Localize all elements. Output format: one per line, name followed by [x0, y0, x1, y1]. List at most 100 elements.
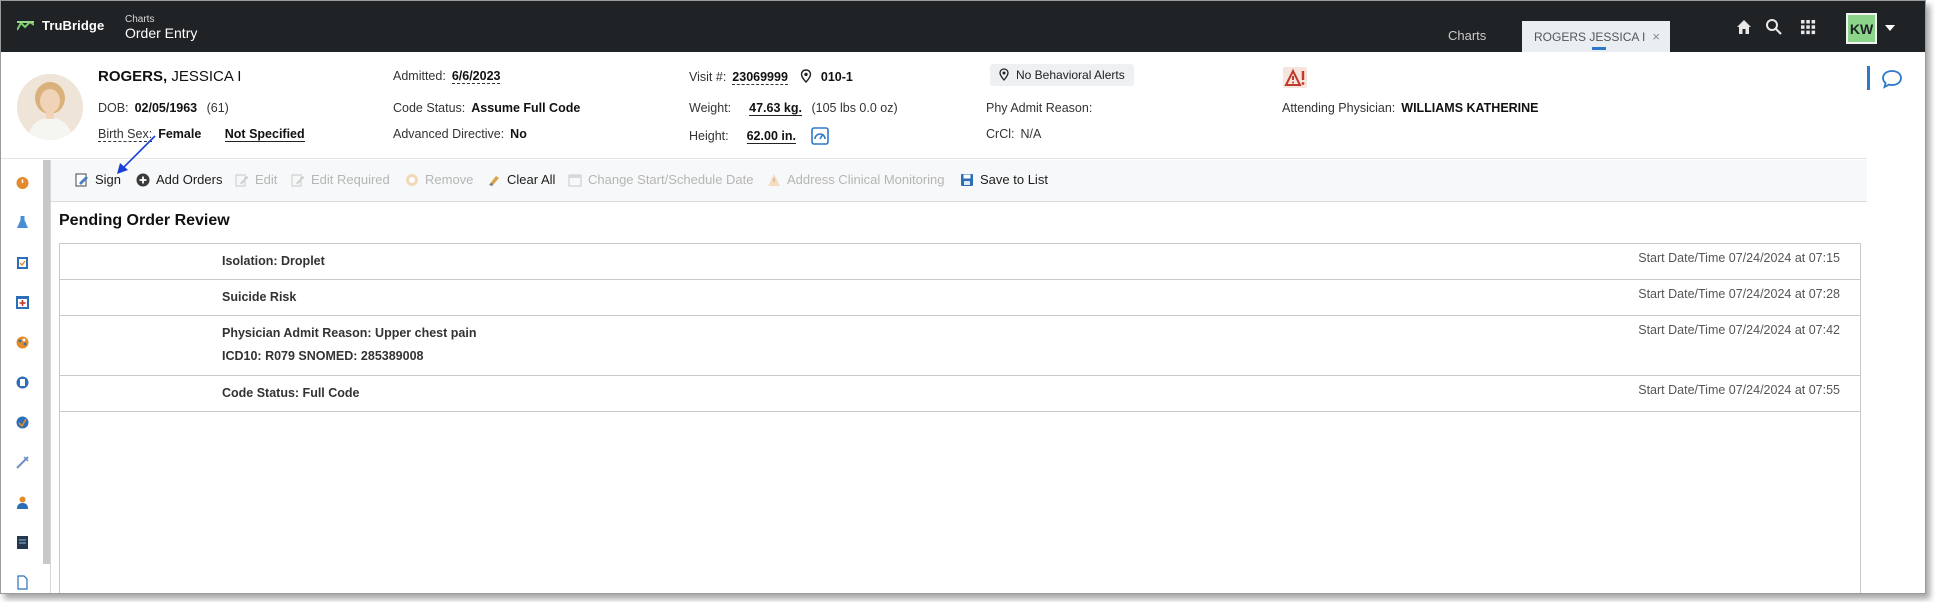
- right-panel: [1867, 52, 1925, 593]
- allergy-warning-icon[interactable]: [1283, 67, 1307, 88]
- location-value: 010-1: [820, 70, 853, 84]
- crcl-label: CrCl:: [986, 127, 1015, 141]
- search-icon[interactable]: [1765, 18, 1783, 36]
- provider-icon[interactable]: [15, 495, 30, 510]
- weight-value[interactable]: 47.63 kg.: [749, 101, 802, 116]
- patient-name: ROGERS, JESSICA I: [98, 68, 241, 85]
- code-status-value: Assume Full Code: [471, 101, 581, 115]
- patient-last-name: ROGERS,: [98, 68, 168, 85]
- edit-button[interactable]: Edit: [235, 172, 277, 187]
- order-start-date: Start Date/Time 07/24/2024 at 07:55: [1638, 383, 1840, 397]
- flask-icon[interactable]: [15, 215, 30, 230]
- change-start-date-label: Change Start/Schedule Date: [588, 172, 754, 187]
- admitted-label: Admitted:: [393, 69, 446, 83]
- order-start-date: Start Date/Time 07/24/2024 at 07:15: [1638, 251, 1840, 265]
- pending-orders-list: Isolation: Droplet Start Date/Time 07/24…: [59, 243, 1861, 593]
- patient-photo: [17, 74, 83, 140]
- clipboard-icon[interactable]: [15, 255, 30, 270]
- code-status-row: Code Status: Assume Full Code: [393, 101, 580, 115]
- save-to-list-label: Save to List: [980, 172, 1048, 187]
- sign-icon: [75, 172, 89, 187]
- attending-row: Attending Physician: WILLIAMS KATHERINE: [1282, 101, 1539, 115]
- palette-icon[interactable]: [15, 335, 30, 350]
- attending-label: Attending Physician:: [1282, 101, 1396, 115]
- address-monitoring-button[interactable]: Address Clinical Monitoring: [767, 172, 945, 187]
- apps-grid-icon[interactable]: [1799, 18, 1817, 36]
- edit-required-icon: [291, 173, 305, 187]
- dob-row: DOB: 02/05/1963 (61): [98, 101, 229, 115]
- crcl-value: N/A: [1020, 127, 1042, 141]
- order-row[interactable]: Physician Admit Reason: Upper chest pain…: [60, 316, 1860, 376]
- admitted-value[interactable]: 6/6/2023: [451, 69, 501, 84]
- address-monitoring-label: Address Clinical Monitoring: [787, 172, 945, 187]
- syringe-icon[interactable]: [15, 455, 30, 470]
- remove-button[interactable]: Remove: [405, 172, 473, 187]
- lab-order-icon[interactable]: [15, 375, 30, 390]
- weight-row: Weight: 47.63 kg. (105 lbs 0.0 oz): [689, 101, 898, 116]
- eraser-icon: [487, 173, 501, 187]
- order-title: Isolation: Droplet: [222, 254, 325, 268]
- order-row[interactable]: Isolation: Droplet Start Date/Time 07/24…: [60, 244, 1860, 280]
- order-start-date: Start Date/Time 07/24/2024 at 07:28: [1638, 287, 1840, 301]
- attending-value[interactable]: WILLIAMS KATHERINE: [1401, 101, 1538, 115]
- weight-label: Weight:: [689, 101, 732, 115]
- dob-label: DOB:: [98, 101, 129, 115]
- crcl-row: CrCl: N/A: [986, 127, 1041, 141]
- left-nav-scrollbar[interactable]: [43, 160, 50, 564]
- add-orders-label: Add Orders: [156, 172, 223, 187]
- dob-value: 02/05/1963: [134, 101, 198, 115]
- birth-sex-value: Female: [158, 127, 202, 141]
- order-row[interactable]: Suicide Risk Start Date/Time 07/24/2024 …: [60, 280, 1860, 316]
- home-icon[interactable]: [1735, 18, 1753, 36]
- phy-admit-row: Phy Admit Reason:: [986, 101, 1092, 115]
- tab-active-indicator: [1592, 47, 1606, 50]
- annotation-arrow-icon: [117, 135, 156, 174]
- adv-directive-value: No: [510, 127, 527, 141]
- trubridge-logo-icon: [17, 20, 34, 31]
- file-icon[interactable]: [15, 575, 30, 590]
- clear-all-button[interactable]: Clear All: [487, 172, 555, 187]
- height-row: Height: 62.00 in.: [689, 127, 830, 145]
- tab-patient-label: ROGERS JESSICA I: [1534, 30, 1646, 44]
- save-to-list-button[interactable]: Save to List: [960, 172, 1048, 187]
- edit-required-button[interactable]: Edit Required: [291, 172, 390, 187]
- medical-chart-icon[interactable]: [15, 295, 30, 310]
- tab-charts[interactable]: Charts: [1448, 28, 1486, 43]
- right-panel-indicator: [1867, 66, 1870, 90]
- orders-icon[interactable]: [15, 415, 30, 430]
- app-window: TruBridge Charts Order Entry Charts ROGE…: [0, 0, 1926, 594]
- order-title: Physician Admit Reason: Upper chest pain: [222, 326, 477, 340]
- behavioral-alerts-badge[interactable]: No Behavioral Alerts: [990, 64, 1134, 86]
- tab-patient[interactable]: ROGERS JESSICA I ×: [1522, 21, 1670, 52]
- breadcrumb[interactable]: Charts: [125, 14, 154, 25]
- gender-value[interactable]: Not Specified: [224, 127, 305, 142]
- page-title: Order Entry: [125, 25, 198, 41]
- weight-alt-value: (105 lbs 0.0 oz): [811, 101, 898, 115]
- section-title: Pending Order Review: [59, 212, 230, 229]
- measurement-icon[interactable]: [811, 127, 830, 145]
- visit-value[interactable]: 23069999: [732, 70, 788, 85]
- logo-text: TruBridge: [42, 18, 105, 33]
- left-nav: [1, 160, 50, 593]
- height-label: Height:: [689, 129, 729, 143]
- code-status-label: Code Status:: [393, 101, 466, 115]
- user-avatar[interactable]: KW: [1846, 13, 1877, 44]
- calendar-icon: [568, 173, 582, 187]
- edit-label: Edit: [255, 172, 278, 187]
- height-value[interactable]: 62.00 in.: [746, 129, 796, 144]
- chat-icon[interactable]: [1881, 69, 1903, 89]
- chevron-down-icon[interactable]: [1885, 25, 1895, 31]
- save-icon: [960, 173, 974, 187]
- close-icon[interactable]: ×: [1652, 29, 1660, 44]
- timer-icon[interactable]: [15, 175, 30, 190]
- adv-directive-label: Advanced Directive:: [393, 127, 505, 141]
- order-title: Code Status: Full Code: [222, 386, 360, 400]
- change-start-date-button[interactable]: Change Start/Schedule Date: [568, 172, 754, 187]
- logo[interactable]: TruBridge: [17, 18, 104, 33]
- adv-directive-row: Advanced Directive: No: [393, 127, 527, 141]
- main-content: Sign Add Orders Edit Edit Required Remov…: [50, 160, 1867, 593]
- behavioral-alerts-text: No Behavioral Alerts: [1016, 68, 1125, 82]
- document-icon[interactable]: [15, 535, 30, 550]
- order-row[interactable]: Code Status: Full Code Start Date/Time 0…: [60, 376, 1860, 412]
- order-toolbar: Sign Add Orders Edit Edit Required Remov…: [51, 160, 1867, 202]
